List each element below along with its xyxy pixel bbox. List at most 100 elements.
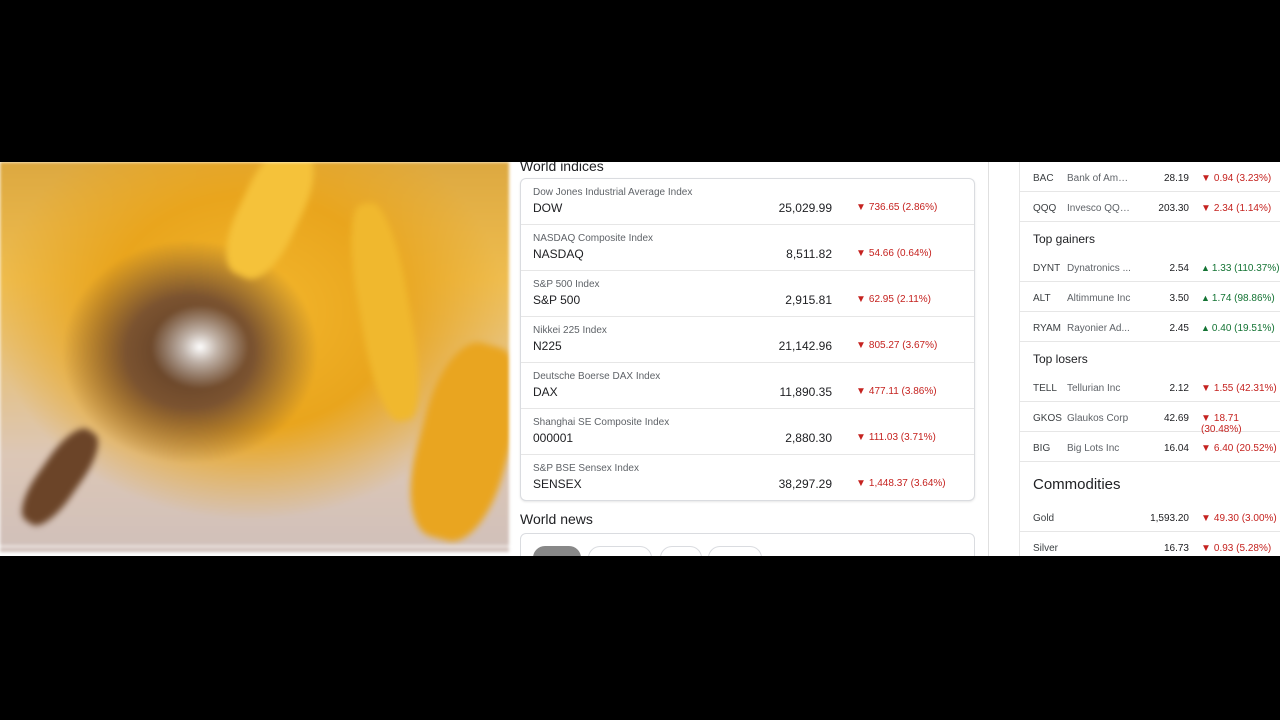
commodity-price: 16.73 — [1163, 543, 1189, 554]
index-row[interactable]: Shanghai SE Composite Index 000001 2,880.3… — [521, 409, 974, 455]
index-row[interactable]: Dow Jones Industrial Average Index DOW 25,… — [521, 179, 974, 225]
index-symbol: N225 — [533, 339, 562, 353]
stock-name: Big Lots Inc — [1067, 443, 1120, 454]
news-filter-chip[interactable] — [533, 546, 581, 556]
down-triangle-icon: ▼ — [856, 386, 866, 397]
stock-price: 42.69 — [1163, 413, 1189, 424]
stock-row[interactable]: BAC Bank of Amer... 28.19 ▼ 0.94 (3.23%) — [1020, 162, 1280, 192]
index-price: 25,029.99 — [778, 201, 832, 215]
down-triangle-icon: ▼ — [856, 432, 866, 443]
index-change: ▼ 111.03 (3.71%) — [856, 432, 936, 443]
world-indices-title: World indices — [520, 162, 604, 174]
change-value: 1.55 (42.31%) — [1213, 383, 1277, 394]
index-symbol: NASDAQ — [533, 247, 584, 261]
news-filter-chip[interactable] — [660, 546, 702, 556]
stock-symbol: BAC — [1033, 173, 1054, 184]
index-change-value: 805.27 (3.67%) — [868, 340, 938, 351]
stock-row[interactable]: DYNT Dynatronics ... 2.54 ▲ 1.33 (110.37%) — [1020, 252, 1280, 282]
stock-change: ▼ 6.40 (20.52%) — [1201, 443, 1277, 454]
video-player[interactable] — [0, 162, 509, 552]
index-symbol: S&P 500 — [533, 293, 581, 307]
stock-name: Tellurian Inc — [1067, 383, 1121, 394]
index-change-value: 62.95 (2.11%) — [868, 294, 931, 305]
index-change: ▼ 54.66 (0.64%) — [856, 248, 932, 259]
index-price: 38,297.29 — [778, 477, 832, 491]
stock-row[interactable]: BIG Big Lots Inc 16.04 ▼ 6.40 (20.52%) — [1020, 432, 1280, 462]
stock-symbol: TELL — [1033, 383, 1057, 394]
index-change-value: 111.03 (3.71%) — [868, 432, 936, 443]
index-change: ▼ 736.65 (2.86%) — [856, 202, 937, 213]
index-price: 2,880.30 — [785, 431, 832, 445]
index-change-value: 54.66 (0.64%) — [868, 248, 932, 259]
down-triangle-icon: ▼ — [1201, 443, 1211, 454]
change-value: 49.30 (3.00%) — [1213, 513, 1277, 524]
down-triangle-icon: ▼ — [856, 478, 866, 489]
stock-symbol: QQQ — [1033, 203, 1057, 214]
video-frame-detail — [341, 199, 429, 425]
stock-price: 28.19 — [1163, 173, 1189, 184]
commodity-row[interactable]: Silver 16.73 ▼ 0.93 (5.28%) — [1020, 532, 1280, 556]
down-triangle-icon: ▼ — [856, 202, 866, 213]
up-triangle-icon: ▲ — [1201, 293, 1210, 303]
down-triangle-icon: ▼ — [856, 248, 866, 259]
index-full-name: S&P 500 Index — [533, 279, 600, 290]
stock-price: 2.12 — [1169, 383, 1189, 394]
stock-symbol: RYAM — [1033, 323, 1061, 334]
stock-name: Dynatronics ... — [1067, 263, 1131, 274]
stock-change: ▼ 1.55 (42.31%) — [1201, 383, 1277, 394]
world-indices-section: World indices Dow Jones Industrial Avera… — [520, 162, 975, 501]
stock-row[interactable]: TELL Tellurian Inc 2.12 ▼ 1.55 (42.31%) — [1020, 372, 1280, 402]
index-price: 2,915.81 — [785, 293, 832, 307]
video-frame-detail — [213, 162, 327, 289]
stock-name: Altimmune Inc — [1067, 293, 1131, 304]
index-row[interactable]: NASDAQ Composite Index NASDAQ 8,511.82 ▼ 54.… — [521, 225, 974, 271]
stock-row[interactable]: GKOS Glaukos Corp 42.69 ▼ 18.71 (30.48%) — [1020, 402, 1280, 435]
stock-row[interactable]: QQQ Invesco QQQ ... 203.30 ▼ 2.34 (1.14%) — [1020, 192, 1280, 222]
index-full-name: Nikkei 225 Index — [533, 325, 607, 336]
stock-price: 203.30 — [1158, 203, 1189, 214]
stock-price: 16.04 — [1163, 443, 1189, 454]
change-value: 0.93 (5.28%) — [1213, 543, 1272, 554]
index-change-value: 736.65 (2.86%) — [868, 202, 938, 213]
down-triangle-icon: ▼ — [1201, 173, 1211, 184]
stock-row[interactable]: ALT Altimmune Inc 3.50 ▲ 1.74 (98.86%) — [1020, 282, 1280, 312]
stock-symbol: ALT — [1033, 293, 1051, 304]
stock-change: ▲ 1.33 (110.37%) — [1201, 263, 1280, 274]
news-filter-chip[interactable] — [708, 546, 762, 556]
stock-price: 3.50 — [1169, 293, 1189, 304]
index-row[interactable]: S&P 500 Index S&P 500 2,915.81 ▼ 62.95 (2.11… — [521, 271, 974, 317]
commodity-name: Gold — [1033, 513, 1055, 524]
market-movers-panel: BAC Bank of Amer... 28.19 ▼ 0.94 (3.23%) QQQ I… — [1019, 162, 1280, 556]
video-progress-bar[interactable] — [0, 545, 509, 548]
index-change: ▼ 62.95 (2.11%) — [856, 294, 931, 305]
video-frame-detail — [12, 420, 108, 534]
most-active-list: BAC Bank of Amer... 28.19 ▼ 0.94 (3.23%) QQQ I… — [1020, 162, 1280, 222]
stock-change: ▲ 0.40 (19.51%) — [1201, 323, 1275, 334]
change-value: 6.40 (20.52%) — [1213, 443, 1277, 454]
stock-symbol: DYNT — [1033, 263, 1061, 274]
commodity-row[interactable]: Gold 1,593.20 ▼ 49.30 (3.00%) — [1020, 502, 1280, 532]
change-value: 1.33 (110.37%) — [1211, 263, 1280, 274]
news-filter-chip[interactable] — [588, 546, 652, 556]
down-triangle-icon: ▼ — [1201, 383, 1211, 394]
index-row[interactable]: Nikkei 225 Index N225 21,142.96 ▼ 805.27 (3.… — [521, 317, 974, 363]
world-news-title: World news — [520, 511, 593, 527]
world-news-card — [520, 533, 975, 556]
index-row[interactable]: S&P BSE Sensex Index SENSEX 38,297.29 ▼ 1,44… — [521, 455, 974, 500]
commodity-change: ▼ 0.93 (5.28%) — [1201, 543, 1271, 554]
change-value: 1.74 (98.86%) — [1211, 293, 1275, 304]
commodity-change: ▼ 49.30 (3.00%) — [1201, 513, 1277, 524]
index-price: 11,890.35 — [779, 385, 833, 399]
index-symbol: 000001 — [533, 431, 574, 445]
index-row[interactable]: Deutsche Boerse DAX Index DAX 11,890.35 ▼ 47… — [521, 363, 974, 409]
index-full-name: NASDAQ Composite Index — [533, 233, 654, 244]
world-indices-card: Dow Jones Industrial Average Index DOW 25,… — [520, 178, 975, 501]
commodity-name: Silver — [1033, 543, 1059, 554]
down-triangle-icon: ▼ — [1201, 413, 1211, 424]
down-triangle-icon: ▼ — [856, 294, 866, 305]
index-change: ▼ 1,448.37 (3.64%) — [856, 478, 946, 489]
down-triangle-icon: ▼ — [1201, 513, 1211, 524]
stock-row[interactable]: RYAM Rayonier Ad... 2.45 ▲ 0.40 (19.51%) — [1020, 312, 1280, 342]
index-symbol: SENSEX — [533, 477, 582, 491]
commodities-list: Gold 1,593.20 ▼ 49.30 (3.00%) Silver 16.73 ▼ 0.… — [1020, 502, 1280, 556]
